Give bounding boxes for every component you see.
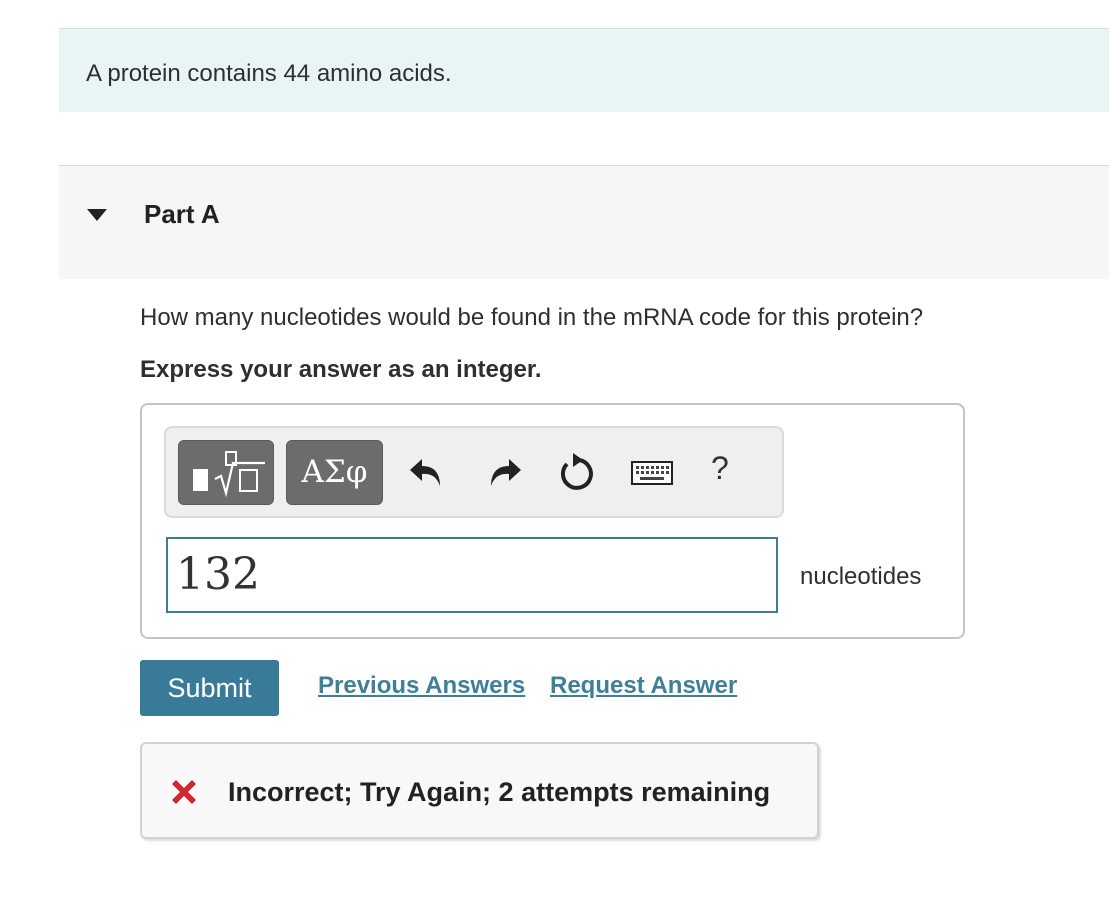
feedback-box: Incorrect; Try Again; 2 attempts remaini… bbox=[140, 742, 819, 839]
previous-answers-link[interactable]: Previous Answers bbox=[318, 672, 525, 700]
question-prompt: How many nucleotides would be found in t… bbox=[140, 304, 924, 331]
reset-icon[interactable] bbox=[556, 450, 596, 494]
answer-panel: ΑΣφ ? 132 nucleotides bbox=[140, 403, 965, 639]
problem-intro: A protein contains 44 amino acids. bbox=[59, 28, 1109, 112]
part-title: Part A bbox=[144, 199, 220, 229]
keyboard-icon[interactable] bbox=[630, 450, 674, 494]
help-button[interactable]: ? bbox=[711, 450, 729, 487]
feedback-message: Incorrect; Try Again; 2 attempts remaini… bbox=[228, 777, 771, 807]
answer-value: 132 bbox=[176, 549, 260, 600]
math-toolbar: ΑΣφ ? bbox=[164, 426, 784, 518]
intro-text: A protein contains 44 amino acids. bbox=[86, 60, 452, 87]
incorrect-x-icon bbox=[172, 780, 196, 804]
answer-input[interactable]: 132 bbox=[166, 537, 778, 613]
submit-button[interactable]: Submit bbox=[140, 660, 279, 716]
undo-icon[interactable] bbox=[407, 450, 447, 494]
greek-symbols-button[interactable]: ΑΣφ bbox=[286, 440, 383, 505]
templates-icon bbox=[193, 451, 265, 498]
request-answer-link[interactable]: Request Answer bbox=[550, 672, 737, 700]
redo-icon[interactable] bbox=[484, 450, 524, 494]
answer-unit: nucleotides bbox=[800, 563, 922, 590]
collapse-caret-icon[interactable] bbox=[87, 209, 107, 221]
answer-instruction: Express your answer as an integer. bbox=[140, 356, 542, 383]
part-a-header[interactable]: Part A bbox=[59, 165, 1109, 279]
templates-button[interactable] bbox=[178, 440, 274, 505]
